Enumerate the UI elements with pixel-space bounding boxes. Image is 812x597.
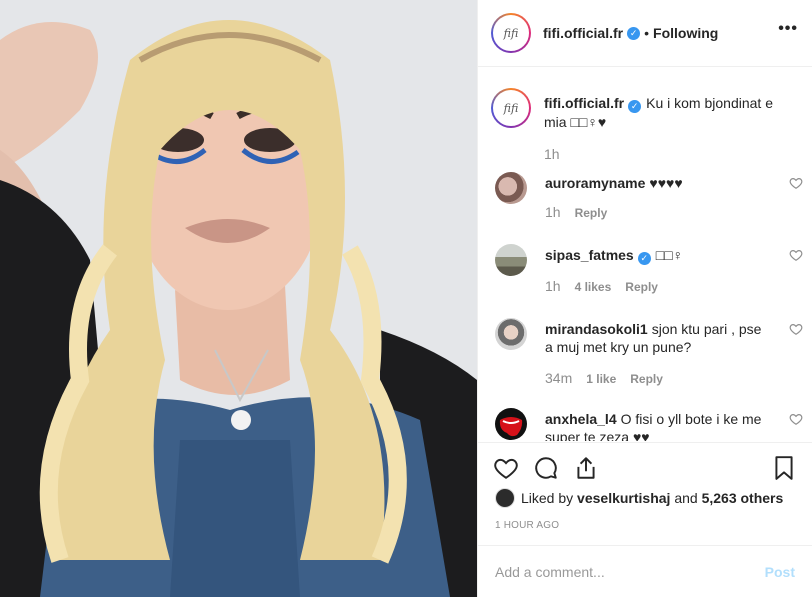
liker-avatar[interactable] bbox=[495, 488, 515, 508]
comment-bubble-icon[interactable] bbox=[533, 455, 559, 481]
comment-likes-count[interactable]: 4 likes bbox=[575, 280, 612, 294]
comment-username[interactable]: sipas_fatmes bbox=[545, 247, 634, 263]
caption-username[interactable]: fifi.official.fr bbox=[544, 95, 624, 111]
liker-username[interactable]: veselkurtishaj bbox=[577, 490, 670, 506]
follow-button[interactable]: Following bbox=[653, 25, 718, 41]
comment-time[interactable]: 34m bbox=[545, 370, 572, 386]
like-comment-heart-icon[interactable] bbox=[789, 412, 803, 426]
author-username[interactable]: fifi.official.fr bbox=[543, 25, 623, 41]
more-options-icon[interactable]: ••• bbox=[778, 21, 798, 37]
comment-username[interactable]: mirandasokoli1 bbox=[545, 321, 648, 337]
comment-time[interactable]: 1h bbox=[545, 278, 561, 294]
comment-time[interactable]: 1h bbox=[545, 204, 561, 220]
author-avatar-logo: fifi bbox=[493, 15, 529, 51]
post-header: fifi fifi.official.fr ✓ • Following ••• bbox=[478, 0, 812, 67]
comment-text-block: mirandasokoli1 sjon ktu pari , pse a muj … bbox=[545, 320, 770, 356]
likes-and: and bbox=[674, 490, 698, 506]
reply-button[interactable]: Reply bbox=[625, 280, 658, 294]
like-comment-heart-icon[interactable] bbox=[789, 322, 803, 336]
comments-list[interactable]: fifi fifi.official.fr ✓ Ku i kom bjondinat… bbox=[478, 68, 812, 441]
comment-meta: 34m 1 like Reply bbox=[545, 370, 663, 386]
post-comment-button[interactable]: Post bbox=[765, 564, 795, 580]
verified-badge-icon: ✓ bbox=[628, 100, 642, 113]
commenter-avatar[interactable] bbox=[495, 318, 527, 350]
comment-input[interactable] bbox=[495, 563, 765, 580]
verified-badge-icon: ✓ bbox=[637, 252, 651, 265]
like-heart-icon[interactable] bbox=[493, 455, 519, 481]
tongue-logo-icon bbox=[499, 417, 523, 437]
comment-text-block: auroramyname ♥♥♥♥ bbox=[545, 174, 770, 192]
commenter-avatar[interactable] bbox=[495, 172, 527, 204]
bookmark-icon[interactable] bbox=[771, 455, 797, 481]
comment-username[interactable]: auroramyname bbox=[545, 175, 645, 191]
comment-text-block: anxhela_l4 O fisi o yll bote i ke me supe… bbox=[545, 410, 770, 441]
post-timestamp[interactable]: 1 HOUR AGO bbox=[495, 520, 559, 531]
likes-count[interactable]: 5,263 others bbox=[702, 490, 784, 506]
caption-author-avatar[interactable]: fifi bbox=[491, 88, 531, 128]
comment-text: ♥♥♥♥ bbox=[649, 175, 683, 191]
comment-text: □□♀ bbox=[655, 247, 684, 263]
likes-prefix: Liked by bbox=[521, 490, 574, 506]
comment-likes-count[interactable]: 1 like bbox=[586, 372, 616, 386]
reply-button[interactable]: Reply bbox=[630, 372, 663, 386]
post-image-illustration bbox=[0, 0, 477, 597]
commenter-avatar[interactable] bbox=[495, 244, 527, 276]
author-avatar[interactable]: fifi bbox=[491, 13, 531, 53]
comment-meta: 1h Reply bbox=[545, 204, 607, 220]
reply-button[interactable]: Reply bbox=[575, 206, 608, 220]
verified-badge-icon: ✓ bbox=[627, 26, 641, 40]
caption-time[interactable]: 1h bbox=[544, 146, 560, 162]
share-icon[interactable] bbox=[573, 455, 599, 481]
caption-text-block: fifi.official.fr ✓ Ku i kom bjondinat e mi… bbox=[544, 94, 794, 131]
likes-summary: Liked by veselkurtishaj and 5,263 others bbox=[495, 488, 783, 508]
add-comment-bar: Post bbox=[478, 545, 812, 597]
action-bar bbox=[478, 442, 812, 482]
comment-meta: 1h 4 likes Reply bbox=[545, 278, 658, 294]
like-comment-heart-icon[interactable] bbox=[789, 248, 803, 262]
comment-username[interactable]: anxhela_l4 bbox=[545, 411, 617, 427]
caption-avatar-logo: fifi bbox=[493, 90, 529, 126]
commenter-avatar[interactable] bbox=[495, 408, 527, 440]
comment-text-block: sipas_fatmes ✓ □□♀ bbox=[545, 246, 770, 265]
post-side-panel: fifi fifi.official.fr ✓ • Following ••• … bbox=[477, 0, 812, 597]
post-photo[interactable] bbox=[0, 0, 477, 597]
like-comment-heart-icon[interactable] bbox=[789, 176, 803, 190]
separator-dot: • bbox=[644, 25, 650, 41]
